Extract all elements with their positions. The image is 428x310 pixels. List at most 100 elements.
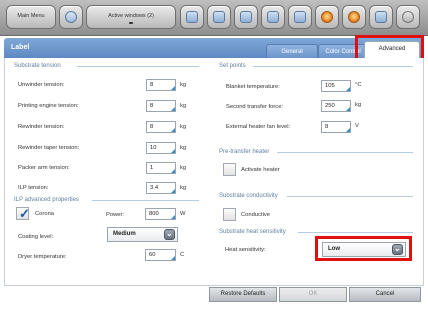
ok-label: OK: [308, 291, 318, 297]
packer-arm-tension-unit: kg: [180, 165, 187, 171]
warning-icon: [321, 11, 333, 23]
rewinder-taper-tension-value: 10: [150, 145, 157, 151]
ok-button[interactable]: OK: [279, 287, 347, 302]
coating-level-dropdown[interactable]: Medium ⌄: [107, 227, 178, 242]
cancel-button[interactable]: Cancel: [349, 287, 421, 302]
corona-checkbox[interactable]: ✓: [16, 206, 30, 221]
unwinder-tension-label: Unwinder tension:: [18, 82, 65, 88]
power-value: 800: [149, 211, 159, 217]
dryer-temperature-label: Dryer temperature:: [18, 254, 67, 260]
active-indicator: [129, 22, 133, 24]
settings-button[interactable]: [342, 5, 366, 29]
info-button[interactable]: [396, 5, 420, 29]
camera-icon: [213, 11, 225, 23]
conductive-label: Conductive: [241, 212, 271, 218]
blanket-temperature-label: Blanket temperature:: [226, 84, 280, 90]
unwinder-tension-unit: kg: [180, 82, 187, 88]
section-divider: [298, 232, 413, 233]
packer-arm-tension-value: 1: [150, 165, 154, 171]
rewinder-taper-tension-label: Rewinder taper tension:: [18, 145, 80, 151]
coating-level-label: Coating level:: [18, 234, 54, 240]
restore-defaults-label: Restore Defaults: [220, 291, 266, 297]
page-button[interactable]: [180, 5, 204, 29]
home-button[interactable]: [59, 5, 83, 29]
window-title: Label: [11, 44, 30, 51]
power-field[interactable]: 800: [145, 208, 176, 220]
tab-general[interactable]: General: [266, 44, 318, 58]
corona-label: Corona: [35, 211, 55, 217]
settings-icon: [348, 11, 360, 23]
printing-engine-tension-label: Printing engine tension:: [18, 103, 79, 109]
blanket-temperature-value: 105: [325, 83, 335, 89]
active-windows-label: Active windows (2): [108, 13, 154, 19]
print-button[interactable]: [234, 5, 258, 29]
section-divider: [253, 66, 413, 67]
second-transfer-force-label: Second transfer force:: [226, 104, 284, 110]
section-divider: [92, 200, 199, 201]
ilp-tension-field[interactable]: 3.4: [146, 182, 176, 194]
info-icon: [402, 11, 414, 23]
active-windows-button[interactable]: Active windows (2): [86, 5, 176, 29]
coating-level-value: Medium: [113, 231, 136, 237]
page-icon: [186, 11, 198, 23]
second-transfer-force-field[interactable]: 250: [321, 100, 351, 112]
ilp-tension-value: 3.4: [150, 185, 159, 191]
unwinder-tension-value: 8: [150, 82, 154, 88]
edit-button[interactable]: [288, 5, 312, 29]
activate-heater-label: Activate heater: [241, 167, 280, 173]
document-icon: [267, 11, 279, 23]
packer-arm-tension-field[interactable]: 1: [146, 162, 176, 174]
main-menu-label: Main Menu: [17, 13, 45, 19]
printing-engine-tension-field[interactable]: 8: [146, 100, 176, 112]
external-heater-fan-label: External heater fan level:: [226, 124, 291, 130]
external-heater-fan-value: 8: [325, 124, 329, 130]
heat-sensitivity-title: Substrate heat sensitivity: [219, 229, 286, 235]
rewinder-tension-label: Rewinder tension:: [18, 124, 65, 130]
second-transfer-force-unit: kg: [355, 102, 362, 108]
rewinder-taper-tension-unit: kg: [180, 145, 187, 151]
print-icon: [240, 11, 252, 23]
heat-sensitivity-label: Heat sensitivity:: [225, 247, 266, 253]
warning-button[interactable]: [315, 5, 339, 29]
camera-button[interactable]: [207, 5, 231, 29]
printing-engine-tension-value: 8: [150, 103, 154, 109]
schedule-icon: [375, 11, 387, 23]
heat-sensitivity-highlight: [315, 236, 412, 261]
substrate-conductivity-title: Substrate conductivity: [219, 193, 278, 199]
edit-icon: [294, 11, 306, 23]
blanket-temperature-field[interactable]: 105: [321, 80, 351, 92]
schedule-button[interactable]: [369, 5, 393, 29]
cancel-label: Cancel: [375, 291, 395, 297]
conductive-checkbox[interactable]: [223, 208, 236, 221]
dryer-temperature-unit: C: [180, 252, 185, 258]
blanket-temperature-unit: °C: [355, 82, 362, 88]
ilp-advanced-title: ILP advanced properties: [14, 197, 79, 203]
external-heater-fan-field[interactable]: 8: [321, 121, 351, 133]
second-transfer-force-value: 250: [325, 103, 335, 109]
rewinder-tension-field[interactable]: 8: [146, 121, 176, 133]
rewinder-tension-value: 8: [150, 124, 154, 130]
packer-arm-tension-label: Packer arm tension:: [18, 165, 70, 171]
document-button[interactable]: [261, 5, 285, 29]
rewinder-tension-unit: kg: [180, 124, 187, 130]
section-divider: [277, 152, 413, 153]
set-points-title: Set points: [219, 63, 246, 69]
dryer-temperature-value: 60: [149, 252, 156, 258]
rewinder-taper-tension-field[interactable]: 10: [146, 142, 176, 154]
activate-heater-checkbox[interactable]: [223, 163, 236, 176]
section-divider: [287, 196, 413, 197]
restore-defaults-button[interactable]: Restore Defaults: [209, 287, 277, 302]
power-label: Power:: [106, 212, 125, 218]
printing-engine-tension-unit: kg: [180, 103, 187, 109]
main-menu-button[interactable]: Main Menu: [6, 5, 56, 29]
power-unit: W: [180, 211, 186, 217]
section-divider: [77, 66, 199, 67]
home-icon: [65, 11, 77, 23]
chevron-down-icon: ⌄: [164, 229, 175, 240]
pre-transfer-heater-title: Pre-transfer heater: [219, 149, 270, 155]
ilp-tension-label: ILP tension:: [18, 185, 49, 191]
unwinder-tension-field[interactable]: 8: [146, 79, 176, 91]
tab-general-label: General: [281, 49, 303, 55]
dryer-temperature-field[interactable]: 60: [145, 249, 176, 261]
top-toolbar: Main Menu Active windows (2): [0, 0, 428, 36]
